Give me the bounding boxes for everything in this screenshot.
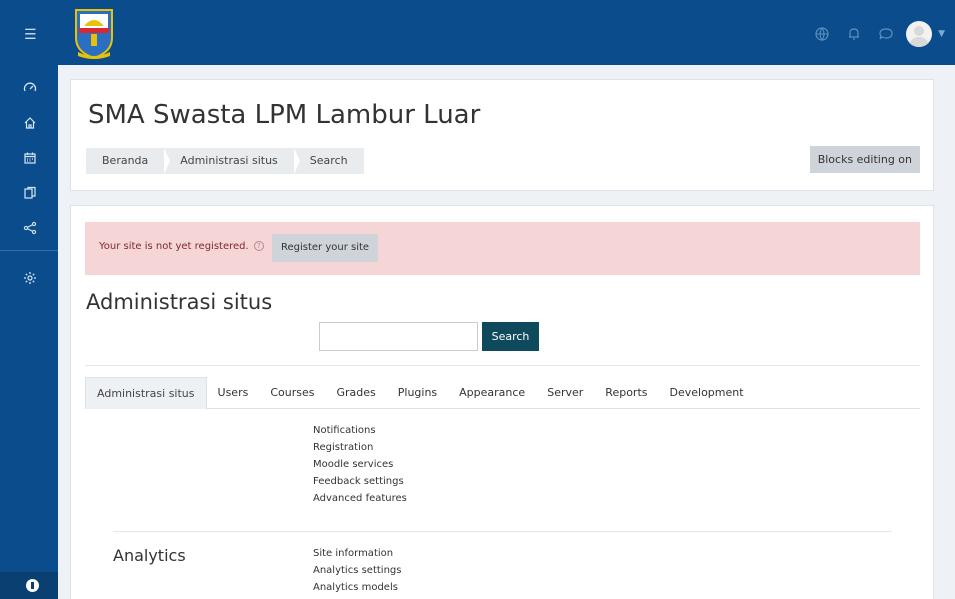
register-site-button[interactable]: Register your site <box>272 234 379 262</box>
link-feedback-settings[interactable]: Feedback settings <box>313 473 407 490</box>
accessibility-icon[interactable] <box>26 579 39 592</box>
link-moodle-services[interactable]: Moodle services <box>313 456 407 473</box>
blocks-editing-on-button[interactable]: Blocks editing on <box>809 146 920 173</box>
gear-icon[interactable] <box>22 270 38 286</box>
page-header: SMA Swasta LPM Lambur Luar Beranda Admin… <box>70 79 934 191</box>
sidebar-divider <box>0 250 58 251</box>
link-registration[interactable]: Registration <box>313 439 407 456</box>
registration-alert: Your site is not yet registered. ? Regis… <box>85 222 920 275</box>
tab-server[interactable]: Server <box>536 377 594 409</box>
alert-message: Your site is not yet registered. ? <box>99 241 264 252</box>
calendar-icon[interactable] <box>22 150 38 166</box>
link-advanced-features[interactable]: Advanced features <box>313 490 407 507</box>
help-icon[interactable]: ? <box>253 241 264 251</box>
files-icon[interactable] <box>22 185 38 201</box>
link-analytics-settings[interactable]: Analytics settings <box>313 562 401 579</box>
share-icon[interactable] <box>22 220 38 236</box>
avatar[interactable] <box>906 21 933 47</box>
tab-grades[interactable]: Grades <box>325 377 386 409</box>
tab-users[interactable]: Users <box>207 377 260 409</box>
tab-reports[interactable]: Reports <box>594 377 658 409</box>
home-icon[interactable] <box>22 115 38 131</box>
admin-search-input[interactable] <box>319 322 478 351</box>
dashboard-icon[interactable] <box>22 80 38 96</box>
chat-icon[interactable] <box>872 20 900 48</box>
hamburger-icon[interactable]: ☰ <box>24 28 37 42</box>
analytics-links: Site information Analytics settings Anal… <box>313 545 401 596</box>
top-navbar: ☰ ▼ <box>0 0 955 65</box>
site-title: SMA Swasta LPM Lambur Luar <box>88 100 481 130</box>
tab-courses[interactable]: Courses <box>259 377 325 409</box>
link-site-information[interactable]: Site information <box>313 545 401 562</box>
breadcrumb: Beranda Administrasi situs Search <box>86 148 364 174</box>
search-button[interactable]: Search <box>482 322 539 351</box>
link-notifications[interactable]: Notifications <box>313 422 407 439</box>
globe-icon[interactable] <box>808 20 836 48</box>
tab-appearance[interactable]: Appearance <box>448 377 536 409</box>
breadcrumb-item-administrasi-situs[interactable]: Administrasi situs <box>164 148 300 174</box>
tab-plugins[interactable]: Plugins <box>387 377 448 409</box>
sidebar-footer <box>0 572 58 599</box>
link-analytics-models[interactable]: Analytics models <box>313 579 401 596</box>
navbar-actions: ▼ <box>804 20 945 48</box>
breadcrumb-item-search[interactable]: Search <box>294 148 364 174</box>
school-crest-logo[interactable] <box>73 8 115 60</box>
divider <box>85 365 920 366</box>
admin-tabs: Administrasi situs Users Courses Grades … <box>85 377 920 409</box>
page-heading: Administrasi situs <box>86 290 273 314</box>
alert-text: Your site is not yet registered. <box>99 241 249 252</box>
general-links: Notifications Registration Moodle servic… <box>313 422 407 507</box>
tab-development[interactable]: Development <box>659 377 755 409</box>
breadcrumb-item-beranda[interactable]: Beranda <box>86 148 171 174</box>
chevron-down-icon[interactable]: ▼ <box>938 29 945 39</box>
bell-icon[interactable] <box>840 20 868 48</box>
section-divider <box>113 531 892 532</box>
analytics-section-title: Analytics <box>113 546 186 565</box>
main-content: Your site is not yet registered. ? Regis… <box>70 205 934 599</box>
left-sidebar <box>0 65 58 599</box>
tab-administrasi-situs[interactable]: Administrasi situs <box>85 377 207 409</box>
